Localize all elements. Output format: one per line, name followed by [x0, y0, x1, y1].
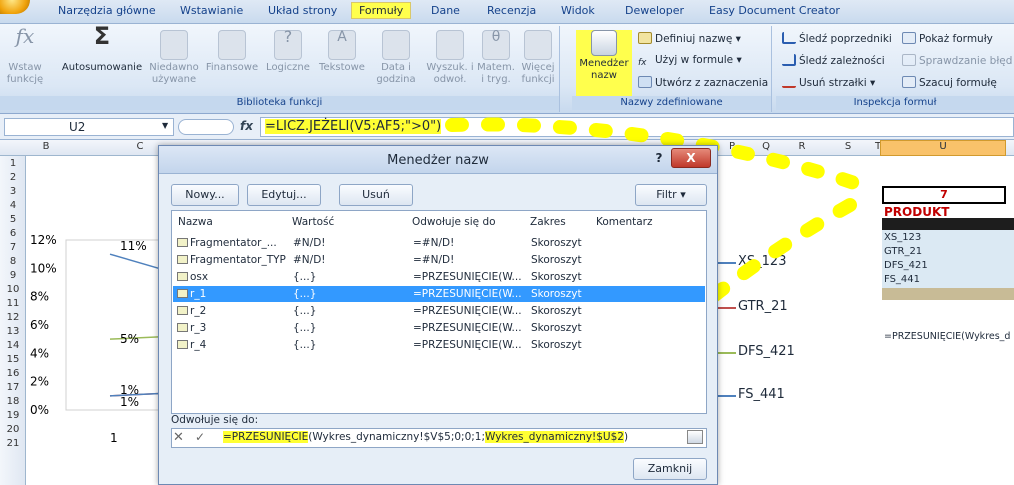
cell-refers: =PRZESUNIĘCIE(W...: [413, 288, 522, 300]
cell-value: {...}: [293, 288, 317, 300]
refers-to-args: (Wykres_dynamiczny!$V$5;0;0;1;: [308, 431, 486, 443]
edit-name-button[interactable]: Edytuj...: [247, 184, 321, 206]
table-row[interactable]: osx {...} =PRZESUNIĘCIE(W... Skoroszyt: [173, 269, 705, 285]
cancel-edit-icon[interactable]: ✕: [173, 430, 184, 445]
cell-scope: Skoroszyt: [531, 305, 582, 317]
refers-to-highlighted-ref: Wykres_dynamiczny!$U$2: [485, 431, 624, 443]
help-button[interactable]: ?: [649, 149, 669, 167]
cell-value: {...}: [293, 339, 317, 351]
cell-name: Fragmentator_TYP: [177, 252, 286, 268]
cell-name: r_1: [177, 286, 206, 302]
close-button[interactable]: Zamknij: [633, 458, 707, 480]
cell-scope: Skoroszyt: [531, 254, 582, 266]
name-icon: [177, 306, 188, 315]
name-manager-dialog: Menedżer nazw ? X Nowy... Edytuj... Usuń…: [158, 145, 718, 485]
cell-refers: =PRZESUNIĘCIE(W...: [413, 305, 522, 317]
name-icon: [177, 255, 188, 264]
table-row[interactable]: r_2 {...} =PRZESUNIĘCIE(W... Skoroszyt: [173, 303, 705, 319]
refers-to-input[interactable]: =PRZESUNIĘCIE(Wykres_dynamiczny!$V$5;0;0…: [223, 429, 683, 445]
name-text: r_3: [190, 322, 207, 334]
cell-value: {...}: [293, 271, 317, 283]
table-row[interactable]: r_4 {...} =PRZESUNIĘCIE(W... Skoroszyt: [173, 337, 705, 353]
column-header-comment[interactable]: Komentarz: [596, 216, 653, 228]
table-row[interactable]: r_1 {...} =PRZESUNIĘCIE(W... Skoroszyt: [173, 286, 705, 302]
names-list: Nazwa Wartość Odwołuje się do Zakres Kom…: [171, 210, 707, 414]
cell-name: r_4: [177, 337, 206, 353]
table-row[interactable]: r_3 {...} =PRZESUNIĘCIE(W... Skoroszyt: [173, 320, 705, 336]
cell-scope: Skoroszyt: [531, 288, 582, 300]
cell-refers: =#N/D!: [413, 237, 455, 249]
table-row[interactable]: Fragmentator_... #N/D! =#N/D! Skoroszyt: [173, 235, 705, 251]
cell-value: {...}: [293, 305, 317, 317]
column-header-scope[interactable]: Zakres: [530, 216, 566, 228]
refers-to-function: =PRZESUNIĘCIE: [223, 431, 309, 443]
cell-name: r_3: [177, 320, 206, 336]
name-icon: [177, 272, 188, 281]
cell-refers: =PRZESUNIĘCIE(W...: [413, 271, 522, 283]
delete-name-button[interactable]: Usuń: [339, 184, 413, 206]
name-text: r_4: [190, 339, 207, 351]
cell-name: Fragmentator_...: [177, 235, 277, 251]
refers-to-close: ): [623, 431, 629, 443]
cell-name: osx: [177, 269, 208, 285]
name-text: r_1: [190, 288, 207, 300]
name-icon: [177, 340, 188, 349]
refers-to-label: Odwołuje się do:: [171, 414, 259, 426]
name-icon: [177, 289, 188, 298]
cell-refers: =PRZESUNIĘCIE(W...: [413, 339, 522, 351]
dialog-title-bar: Menedżer nazw ? X: [159, 146, 717, 174]
cell-value: {...}: [293, 322, 317, 334]
cell-refers: =#N/D!: [413, 254, 455, 266]
name-text: r_2: [190, 305, 207, 317]
table-row[interactable]: Fragmentator_TYP #N/D! =#N/D! Skoroszyt: [173, 252, 705, 268]
name-icon: [177, 323, 188, 332]
range-picker-icon[interactable]: [687, 430, 703, 444]
cell-scope: Skoroszyt: [531, 271, 582, 283]
name-icon: [177, 238, 188, 247]
cell-scope: Skoroszyt: [531, 322, 582, 334]
chevron-down-icon: ▾: [680, 188, 686, 201]
dialog-title: Menedżer nazw: [387, 153, 489, 168]
cell-scope: Skoroszyt: [531, 339, 582, 351]
close-icon[interactable]: X: [671, 148, 711, 168]
cell-refers: =PRZESUNIĘCIE(W...: [413, 322, 522, 334]
name-text: osx: [190, 271, 209, 283]
cell-scope: Skoroszyt: [531, 237, 582, 249]
column-header-value[interactable]: Wartość: [292, 216, 334, 228]
filter-button[interactable]: Filtr ▾: [635, 184, 707, 206]
confirm-edit-icon[interactable]: ✓: [195, 430, 205, 444]
new-name-button[interactable]: Nowy...: [171, 184, 239, 206]
cell-value: #N/D!: [293, 237, 326, 249]
name-text: Fragmentator_TYP: [190, 254, 286, 266]
name-text: Fragmentator_...: [190, 237, 277, 249]
cell-name: r_2: [177, 303, 206, 319]
cell-value: #N/D!: [293, 254, 326, 266]
column-header-name[interactable]: Nazwa: [178, 216, 213, 228]
column-header-refers[interactable]: Odwołuje się do: [412, 216, 496, 228]
